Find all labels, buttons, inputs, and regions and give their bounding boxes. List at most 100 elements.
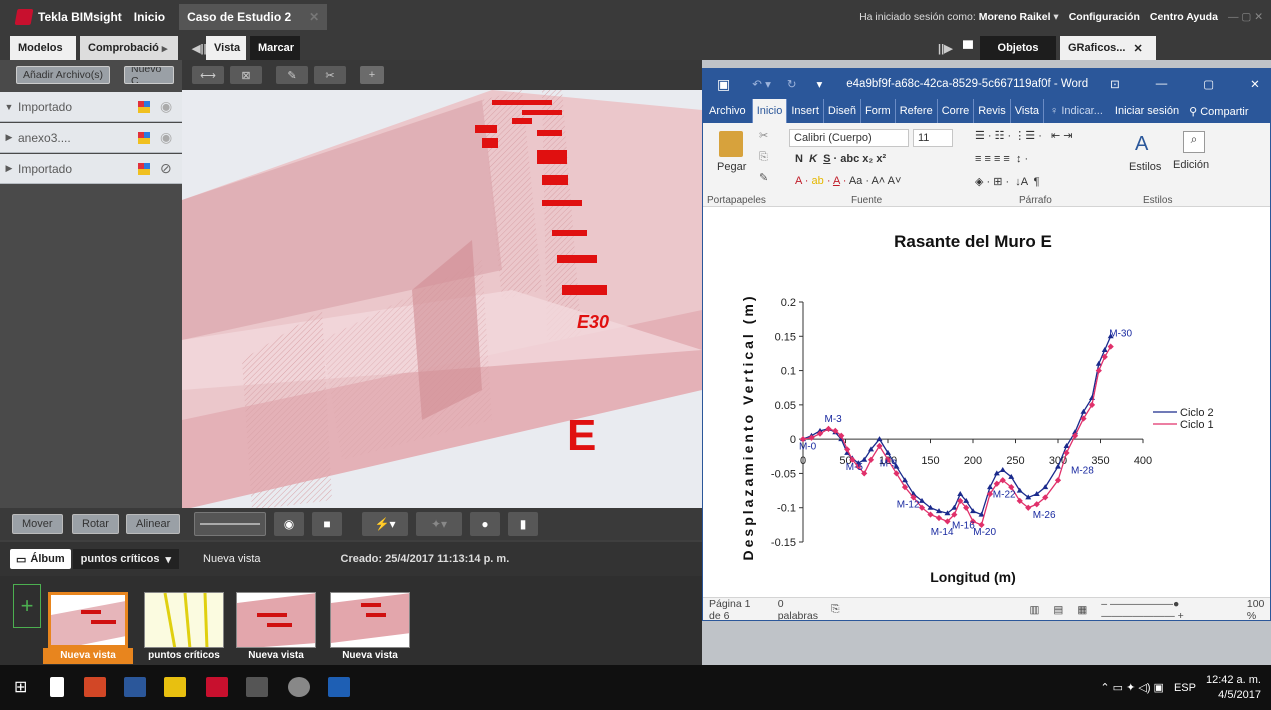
eraser-icon[interactable]: ✂: [314, 66, 346, 84]
print-icon[interactable]: ▀: [955, 36, 981, 60]
proofing-icon[interactable]: ⎘: [831, 603, 839, 616]
undo-icon[interactable]: ↶ ▾: [752, 77, 771, 91]
file-explorer-icon[interactable]: [50, 677, 64, 697]
eye-icon[interactable]: ◉: [160, 98, 182, 115]
3d-viewport[interactable]: ⟷ ⊠ ✎ ✂ + E30 E: [182, 60, 702, 515]
window-controls[interactable]: — ▢ ✕: [1228, 11, 1263, 23]
tab-inicio[interactable]: Inicio: [752, 99, 788, 123]
save-icon[interactable]: ▣: [717, 76, 730, 93]
edit-button[interactable]: Edición: [1173, 159, 1209, 171]
paste-icon[interactable]: [719, 131, 743, 157]
page-count[interactable]: Página 1 de 6: [709, 598, 764, 621]
styles-button[interactable]: Estilos: [1129, 161, 1161, 173]
add-file-button[interactable]: Añadir Archivo(s): [16, 66, 110, 84]
model-row[interactable]: ▼ Importado ◉: [0, 92, 182, 122]
pdf-icon[interactable]: [164, 677, 186, 697]
tray-icons[interactable]: ⌃ ▭ ✦ ◁) ▣: [1100, 681, 1164, 694]
collapse-triangle-icon[interactable]: ▼: [0, 102, 18, 112]
view-thumbnail[interactable]: [48, 592, 128, 648]
view-thumbnail[interactable]: [236, 592, 316, 648]
language-indicator[interactable]: ESP: [1174, 682, 1196, 694]
tab-archivo[interactable]: Archivo: [703, 99, 753, 123]
expand-triangle-icon[interactable]: ▶: [0, 163, 18, 174]
tab-objects[interactable]: Objetos: [980, 36, 1056, 60]
view-thumbnail[interactable]: [330, 592, 410, 648]
paste-label[interactable]: Pegar: [717, 161, 746, 173]
close-icon[interactable]: ✕: [1250, 77, 1260, 91]
paragraph-icons[interactable]: ◈ · ⊞ · ↓A ¶: [975, 175, 1040, 188]
expand-triangle-icon[interactable]: ▶: [0, 132, 18, 143]
lightning-icon[interactable]: ⚡▾: [362, 512, 408, 536]
tab-graphics[interactable]: GRaficos... ✕: [1060, 36, 1156, 60]
album-selector[interactable]: puntos críticos ▾: [72, 549, 180, 569]
quick-access-icon[interactable]: ▾: [816, 77, 822, 91]
tab-review[interactable]: Revis: [974, 99, 1011, 123]
document-area[interactable]: Rasante del Muro E Longitud (m) Desplazami…: [703, 207, 1270, 597]
menu-home[interactable]: Inicio: [134, 10, 165, 24]
tell-me[interactable]: ♀ Indicar...: [1044, 105, 1109, 117]
align-button[interactable]: Alinear: [126, 514, 181, 534]
list-icons[interactable]: ☰ · ☷ · ⋮☰ · ⇤ ⇥: [975, 129, 1073, 142]
help-link[interactable]: Centro Ayuda: [1150, 11, 1218, 23]
document-icon[interactable]: ▮: [508, 512, 538, 536]
config-link[interactable]: Configuración: [1069, 11, 1140, 23]
minimize-icon[interactable]: —: [1156, 78, 1168, 90]
tab-insert[interactable]: Insert: [787, 99, 824, 123]
web-layout-icon[interactable]: ▦: [1077, 604, 1087, 616]
search-icon[interactable]: ⌕: [1183, 131, 1205, 153]
comment-icon[interactable]: ●: [470, 512, 500, 536]
album-button[interactable]: ▭ Álbum: [10, 549, 71, 569]
share-button[interactable]: ⚲ Compartir: [1185, 105, 1252, 118]
eye-icon[interactable]: ◉: [160, 129, 182, 146]
measure-area-icon[interactable]: ⊠: [230, 66, 262, 84]
tab-format[interactable]: Form: [861, 99, 896, 123]
align-icons[interactable]: ≡ ≡ ≡ ≡ ↕ ·: [975, 153, 1028, 165]
bold-italic-underline-icons[interactable]: N K S · abc x₂ x²: [795, 153, 886, 165]
view-thumbnail[interactable]: [144, 592, 224, 648]
tab-design[interactable]: Diseñ: [824, 99, 862, 123]
styles-icon[interactable]: A: [1135, 133, 1148, 156]
clock[interactable]: 12:42 a. m. 4/5/2017: [1206, 673, 1261, 703]
zoom-level[interactable]: 100 %: [1247, 598, 1270, 621]
add-icon[interactable]: +: [360, 66, 384, 84]
word-icon[interactable]: [124, 677, 146, 697]
tool-icon[interactable]: ✦▾: [416, 512, 462, 536]
autocad-icon[interactable]: [246, 677, 268, 697]
format-painter-icon[interactable]: ✎: [759, 171, 768, 184]
copy-icon[interactable]: ⎘: [759, 151, 768, 164]
font-size-combo[interactable]: 11: [913, 129, 953, 147]
tab-mailings[interactable]: Corre: [938, 99, 975, 123]
read-mode-icon[interactable]: ▥: [1030, 604, 1040, 616]
user-name[interactable]: Moreno Raikel: [979, 11, 1051, 23]
expand-icon[interactable]: ▸: [162, 42, 168, 55]
eye-hidden-icon[interactable]: ⊘: [160, 160, 182, 177]
font-name-combo[interactable]: Calibri (Cuerpo): [789, 129, 909, 147]
model-color-icon[interactable]: [138, 162, 150, 175]
zoom-slider[interactable]: – ——————●——————— +: [1101, 598, 1237, 621]
close-icon[interactable]: ✕: [1133, 42, 1142, 55]
ribbon-display-icon[interactable]: ⊡: [1110, 77, 1120, 91]
paint-icon[interactable]: [288, 677, 310, 697]
maximize-icon[interactable]: ▢: [1203, 77, 1214, 91]
cut-icon[interactable]: ✂: [759, 129, 768, 142]
print-layout-icon[interactable]: ▤: [1053, 604, 1063, 616]
model-color-icon[interactable]: [138, 100, 150, 113]
tab-mark[interactable]: Marcar: [250, 36, 300, 60]
save-app-icon[interactable]: [328, 677, 350, 697]
new-button[interactable]: Nuevo C: [124, 66, 174, 84]
model-row[interactable]: ▶ anexo3.... ◉: [0, 123, 182, 153]
tab-check[interactable]: Comprobació ▸: [80, 36, 178, 60]
powerpoint-icon[interactable]: [84, 677, 106, 697]
model-row[interactable]: ▶ Importado ⊘: [0, 154, 182, 184]
bimsight-icon[interactable]: [206, 677, 228, 697]
rotate-button[interactable]: Rotar: [72, 514, 119, 534]
tab-view[interactable]: Vista: [206, 36, 246, 60]
pencil-icon[interactable]: ✎: [276, 66, 308, 84]
tab-view[interactable]: Vista: [1011, 99, 1045, 123]
text-effects-icons[interactable]: A · ab · A · Aa · A˄ A˅: [795, 175, 901, 187]
windows-start-icon[interactable]: ⊞: [14, 677, 36, 697]
add-view-button[interactable]: +: [13, 584, 41, 628]
measure-icon[interactable]: ⟷: [192, 66, 224, 84]
close-icon[interactable]: ✕: [309, 10, 319, 24]
redo-icon[interactable]: ↻: [787, 77, 797, 91]
